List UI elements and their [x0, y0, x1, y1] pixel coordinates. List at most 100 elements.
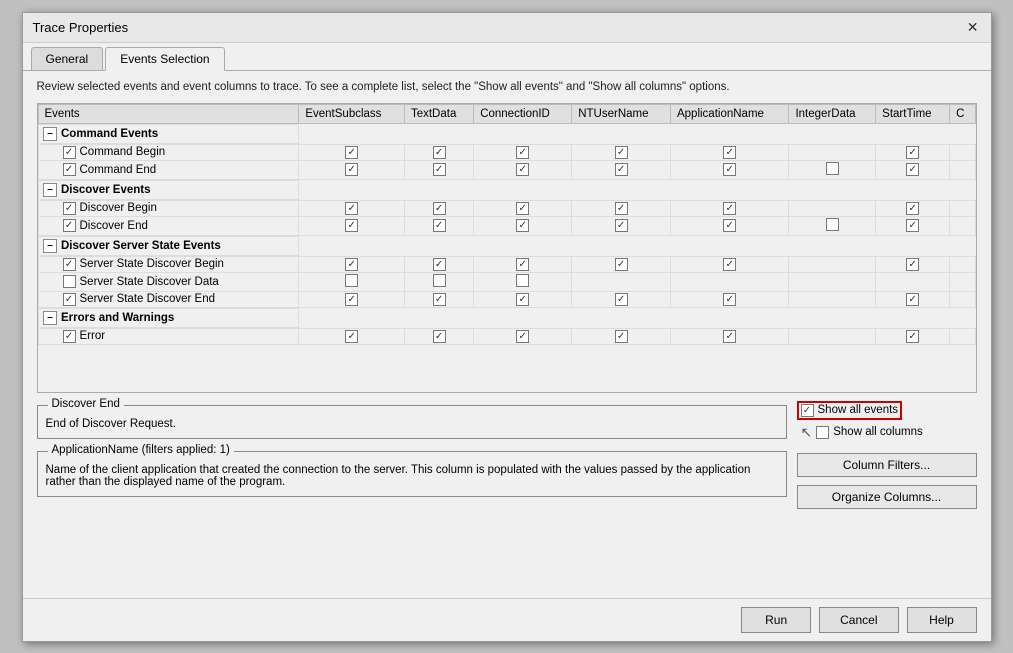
col-cb[interactable]: [723, 293, 736, 306]
close-button[interactable]: ✕: [965, 19, 981, 36]
col-cb[interactable]: [723, 202, 736, 215]
col-cb[interactable]: [615, 146, 628, 159]
col-cb[interactable]: [906, 202, 919, 215]
col-cb[interactable]: [345, 146, 358, 159]
col-eventsubclass: EventSubclass: [299, 104, 405, 123]
event-checkbox[interactable]: [63, 275, 76, 288]
col-cb[interactable]: [433, 163, 446, 176]
table-row: Error: [38, 328, 975, 344]
col-cb[interactable]: [615, 219, 628, 232]
col-cb[interactable]: [433, 274, 446, 287]
event-checkbox[interactable]: [63, 202, 76, 215]
expand-discover-events[interactable]: –: [43, 183, 57, 197]
expand-errors-warnings[interactable]: –: [43, 311, 57, 325]
application-name-box: ApplicationName (filters applied: 1) Nam…: [37, 451, 787, 497]
event-checkbox[interactable]: [63, 146, 76, 159]
run-button[interactable]: Run: [741, 607, 811, 633]
col-cb[interactable]: [345, 219, 358, 232]
dialog-title: Trace Properties: [33, 20, 129, 35]
col-cb[interactable]: [615, 330, 628, 343]
table-row: Discover End: [38, 216, 975, 235]
show-all-events-row: Show all events: [797, 401, 977, 420]
event-checkbox[interactable]: [63, 219, 76, 232]
col-cb[interactable]: [345, 163, 358, 176]
col-cb[interactable]: [906, 219, 919, 232]
show-all-events-checkbox[interactable]: [801, 404, 814, 417]
col-cb[interactable]: [345, 274, 358, 287]
category-errors-warnings: – Errors and Warnings: [38, 307, 975, 328]
organize-columns-button[interactable]: Organize Columns...: [797, 485, 977, 509]
bottom-area: Discover End End of Discover Request. Ap…: [37, 401, 977, 509]
col-integerdata: IntegerData: [789, 104, 876, 123]
col-cb[interactable]: [433, 330, 446, 343]
col-cb[interactable]: [516, 258, 529, 271]
tab-bar: General Events Selection: [23, 43, 991, 71]
show-all-events-label: Show all events: [818, 404, 899, 416]
show-all-columns-checkbox[interactable]: [816, 426, 829, 439]
category-label: Errors and Warnings: [61, 312, 174, 324]
col-cb[interactable]: [433, 202, 446, 215]
col-cb[interactable]: [516, 146, 529, 159]
column-filters-button[interactable]: Column Filters...: [797, 453, 977, 477]
col-cb[interactable]: [433, 258, 446, 271]
col-cb[interactable]: [516, 163, 529, 176]
show-all-columns-label: Show all columns: [833, 426, 922, 438]
col-cb[interactable]: [723, 258, 736, 271]
col-events: Events: [38, 104, 299, 123]
events-table-container[interactable]: Events EventSubclass TextData Connection…: [37, 103, 977, 393]
col-cb[interactable]: [615, 293, 628, 306]
dialog: Trace Properties ✕ General Events Select…: [22, 12, 992, 642]
event-checkbox[interactable]: [63, 330, 76, 343]
col-ntusername: NTUserName: [572, 104, 671, 123]
col-cb[interactable]: [345, 202, 358, 215]
application-name-title: ApplicationName (filters applied: 1): [48, 444, 234, 456]
col-cb[interactable]: [345, 293, 358, 306]
col-cb[interactable]: [433, 293, 446, 306]
col-cb[interactable]: [723, 146, 736, 159]
bottom-right: Show all events ↖ Show all columns Colum…: [797, 401, 977, 509]
col-cb[interactable]: [516, 293, 529, 306]
col-cb[interactable]: [826, 218, 839, 231]
event-checkbox[interactable]: [63, 258, 76, 271]
col-cb[interactable]: [723, 330, 736, 343]
help-button[interactable]: Help: [907, 607, 977, 633]
col-cb[interactable]: [433, 219, 446, 232]
col-cb[interactable]: [615, 202, 628, 215]
col-cb[interactable]: [826, 162, 839, 175]
category-label: Discover Server State Events: [61, 240, 221, 252]
col-cb[interactable]: [345, 330, 358, 343]
col-cb[interactable]: [516, 330, 529, 343]
cancel-button[interactable]: Cancel: [819, 607, 898, 633]
col-cb[interactable]: [906, 330, 919, 343]
col-cb[interactable]: [516, 202, 529, 215]
category-discover-events: – Discover Events: [38, 179, 975, 200]
col-cb[interactable]: [345, 258, 358, 271]
col-cb[interactable]: [906, 146, 919, 159]
table-row: Server State Discover Begin: [38, 256, 975, 272]
show-options: Show all events ↖ Show all columns: [797, 401, 977, 441]
category-label: Discover Events: [61, 184, 151, 196]
col-cb[interactable]: [906, 163, 919, 176]
col-cb[interactable]: [906, 293, 919, 306]
discover-end-description: End of Discover Request.: [46, 414, 778, 430]
description-text: Review selected events and event columns…: [37, 81, 977, 93]
expand-command-events[interactable]: –: [43, 127, 57, 141]
col-cb[interactable]: [615, 163, 628, 176]
col-cb[interactable]: [516, 274, 529, 287]
table-row: Discover Begin: [38, 200, 975, 216]
table-row: Command End: [38, 160, 975, 179]
event-checkbox[interactable]: [63, 293, 76, 306]
tab-events-selection[interactable]: Events Selection: [105, 47, 224, 71]
col-cb[interactable]: [906, 258, 919, 271]
footer: Run Cancel Help: [23, 598, 991, 641]
event-checkbox[interactable]: [63, 163, 76, 176]
title-bar: Trace Properties ✕: [23, 13, 991, 43]
col-cb[interactable]: [723, 163, 736, 176]
col-cb[interactable]: [615, 258, 628, 271]
expand-discover-server-state[interactable]: –: [43, 239, 57, 253]
col-cb[interactable]: [433, 146, 446, 159]
bottom-left: Discover End End of Discover Request. Ap…: [37, 401, 787, 509]
col-cb[interactable]: [723, 219, 736, 232]
col-cb[interactable]: [516, 219, 529, 232]
tab-general[interactable]: General: [31, 47, 104, 70]
